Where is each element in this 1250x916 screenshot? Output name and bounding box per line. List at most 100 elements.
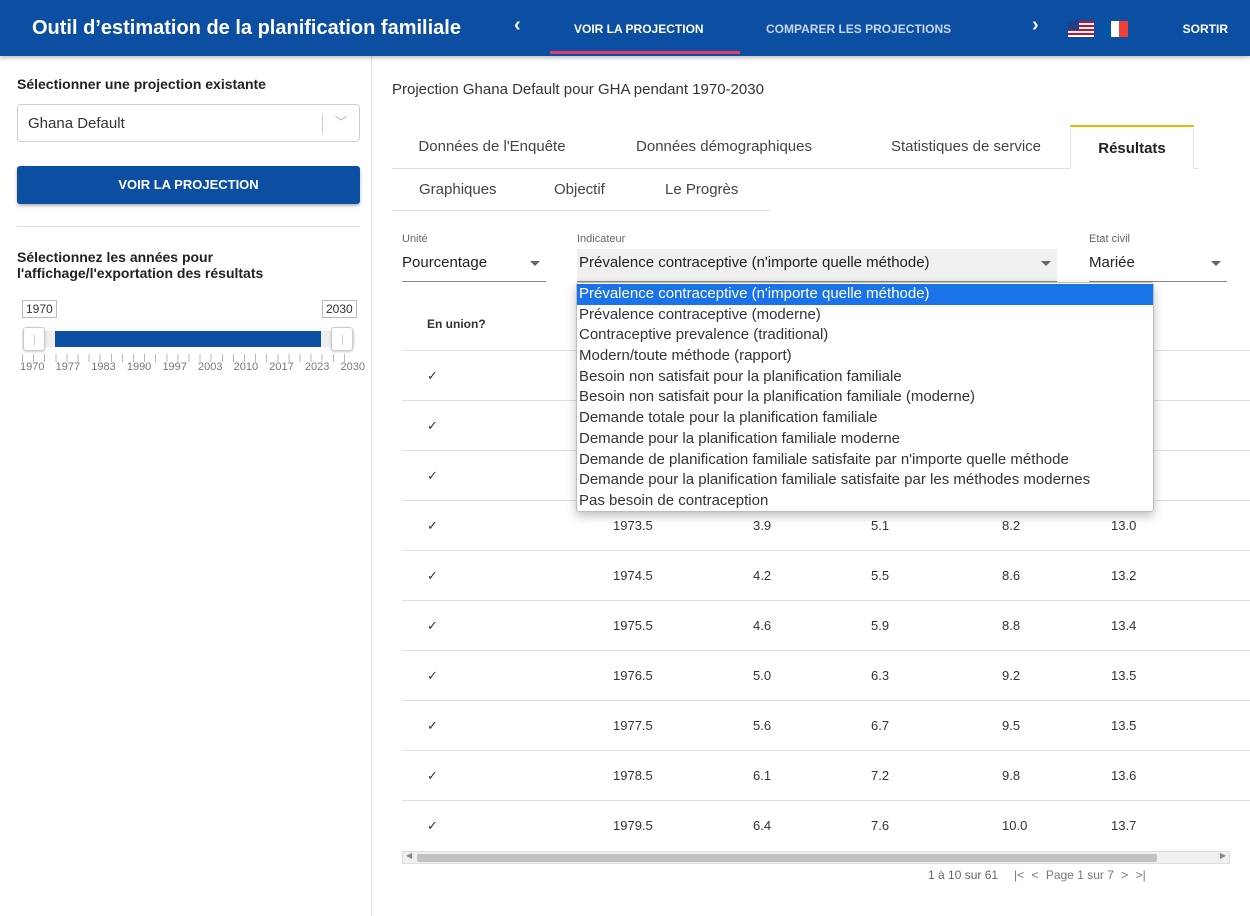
indicator-label: Indicateur: [577, 233, 626, 245]
tab-demographic-data[interactable]: Données démographiques: [614, 125, 834, 169]
union-check-cell: ✓: [427, 818, 438, 833]
year-cell: 1974.5: [613, 568, 653, 583]
horizontal-scrollbar[interactable]: ◀ ▶: [402, 851, 1230, 864]
slider-handle-start[interactable]: [23, 327, 45, 351]
slider-handle-end[interactable]: [331, 327, 353, 351]
value-cell: 6.4: [753, 818, 772, 833]
union-check-cell: ✓: [427, 618, 438, 633]
tick-label: 1970: [20, 361, 45, 373]
caret-down-icon: [1211, 261, 1221, 266]
dropdown-option[interactable]: Modern/toute méthode (rapport): [577, 346, 1153, 367]
tab-results[interactable]: Résultats: [1070, 125, 1194, 169]
tick-label: 1977: [55, 361, 81, 373]
tick-label: 2030: [340, 361, 365, 373]
dropdown-option[interactable]: Demande de planification familiale satis…: [577, 450, 1153, 471]
value-cell: 8.8: [1002, 618, 1021, 633]
unit-label: Unité: [402, 233, 428, 245]
nav-tab-view-projection[interactable]: VOIR LA PROJECTION: [574, 22, 704, 36]
year-cell: 1978.5: [613, 768, 653, 783]
tab-survey-data[interactable]: Données de l'Enquête: [392, 125, 592, 169]
chevron-right-icon[interactable]: ›: [1032, 14, 1039, 37]
value-cell: 5.5: [871, 568, 890, 583]
slider-tick-labels: 1970 1977 1983 1990 1997 2003 2010 2017 …: [20, 361, 365, 373]
logout-button[interactable]: SORTIR: [1183, 22, 1228, 36]
table-row: ✓ 1979.5 6.4 7.6 10.0 13.7: [402, 800, 1250, 850]
dropdown-option[interactable]: Besoin non satisfait pour la planificati…: [577, 367, 1153, 388]
pagination-controls: |< < Page 1 sur 7 > >|: [1012, 868, 1148, 882]
tick-label: 2017: [269, 361, 294, 373]
dropdown-option[interactable]: Prévalence contraceptive (moderne): [577, 305, 1153, 326]
tab-graphs[interactable]: Graphiques: [419, 169, 497, 211]
marital-status-label: Etat civil: [1089, 233, 1130, 245]
dropdown-option[interactable]: Prévalence contraceptive (n'importe quel…: [577, 284, 1153, 305]
caret-down-icon: [1041, 261, 1051, 266]
us-flag-icon[interactable]: [1068, 21, 1094, 37]
dropdown-option[interactable]: Pas besoin de contraception: [577, 491, 1153, 512]
projection-select[interactable]: Ghana Default ﹀: [17, 104, 360, 142]
marital-status-value: Mariée: [1089, 254, 1135, 271]
last-page-icon[interactable]: >|: [1136, 868, 1146, 882]
indicator-dropdown-list: Prévalence contraceptive (n'importe quel…: [576, 282, 1154, 512]
indicator-value: Prévalence contraceptive (n'importe quel…: [579, 254, 930, 271]
union-check-cell: ✓: [427, 718, 438, 733]
top-app-bar: Outil d’estimation de la planification f…: [0, 0, 1250, 56]
tick-label: 1990: [126, 361, 152, 373]
scrollbar-thumb[interactable]: [417, 854, 1157, 862]
range-start-label: 1970: [22, 300, 57, 318]
value-cell: 13.2: [1111, 568, 1137, 583]
fr-flag-icon[interactable]: [1102, 21, 1128, 37]
value-cell: 4.2: [753, 568, 772, 583]
chevron-down-icon[interactable]: ﹀: [335, 113, 347, 130]
year-cell: 1976.5: [613, 668, 653, 683]
view-projection-button[interactable]: VOIR LA PROJECTION: [17, 166, 360, 204]
marital-status-select[interactable]: Mariée: [1089, 249, 1227, 282]
tick-label: 2010: [233, 361, 259, 373]
first-page-icon[interactable]: |<: [1014, 868, 1024, 882]
nav-tab-compare-projections[interactable]: COMPARER LES PROJECTIONS: [766, 22, 951, 36]
dropdown-option[interactable]: Besoin non satisfait pour la planificati…: [577, 387, 1153, 408]
year-cell: 1979.5: [613, 818, 653, 833]
dropdown-option[interactable]: Demande totale pour la planification fam…: [577, 408, 1153, 429]
years-select-label: Sélectionnez les années pour l'affichage…: [17, 249, 264, 281]
value-cell: 6.7: [871, 718, 890, 733]
page-indicator: Page 1 sur 7: [1045, 868, 1114, 882]
results-subtabs: Graphiques Objectif Le Progrès: [392, 169, 770, 211]
tab-progress[interactable]: Le Progrès: [665, 169, 738, 211]
indicator-select[interactable]: Prévalence contraceptive (n'importe quel…: [577, 249, 1057, 282]
table-row: ✓ 1976.5 5.0 6.3 9.2 13.5: [402, 650, 1250, 700]
value-cell: 5.0: [753, 668, 772, 683]
tick-label: 1983: [91, 361, 116, 373]
value-cell: 5.9: [871, 618, 890, 633]
dropdown-option[interactable]: Demande pour la planification familiale …: [577, 429, 1153, 450]
chevron-left-icon[interactable]: ‹: [514, 14, 521, 37]
value-cell: 8.6: [1002, 568, 1021, 583]
value-cell: 13.6: [1111, 768, 1137, 783]
value-cell: 9.2: [1002, 668, 1021, 683]
scroll-right-icon[interactable]: ▶: [1220, 851, 1226, 860]
tab-service-statistics[interactable]: Statistiques de service: [862, 125, 1070, 169]
slider-fill: [55, 331, 321, 347]
value-cell: 6.1: [753, 768, 772, 783]
value-cell: 13.7: [1111, 818, 1137, 833]
table-row: ✓ 1977.5 5.6 6.7 9.5 13.5: [402, 700, 1250, 750]
union-check-cell: ✓: [427, 368, 438, 383]
next-page-icon[interactable]: >: [1121, 868, 1128, 882]
divider: [17, 226, 360, 227]
dropdown-option[interactable]: Contraceptive prevalence (traditional): [577, 325, 1153, 346]
tab-objective[interactable]: Objectif: [554, 169, 605, 211]
tick-label: 2023: [304, 361, 330, 373]
value-cell: 6.3: [871, 668, 890, 683]
dropdown-option[interactable]: Demande pour la planification familiale …: [577, 470, 1153, 491]
caret-down-icon: [530, 261, 540, 266]
app-title: Outil d’estimation de la planification f…: [32, 17, 461, 39]
prev-page-icon[interactable]: <: [1031, 868, 1038, 882]
union-check-cell: ✓: [427, 468, 438, 483]
scroll-left-icon[interactable]: ◀: [406, 851, 412, 860]
year-range-slider[interactable]: [22, 327, 355, 351]
unit-select[interactable]: Pourcentage: [402, 249, 546, 282]
union-check-cell: ✓: [427, 568, 438, 583]
column-header-in-union[interactable]: En union?: [427, 299, 486, 350]
year-cell: 1975.5: [613, 618, 653, 633]
select-separator: [322, 114, 323, 134]
table-row: ✓ 1978.5 6.1 7.2 9.8 13.6: [402, 750, 1250, 800]
